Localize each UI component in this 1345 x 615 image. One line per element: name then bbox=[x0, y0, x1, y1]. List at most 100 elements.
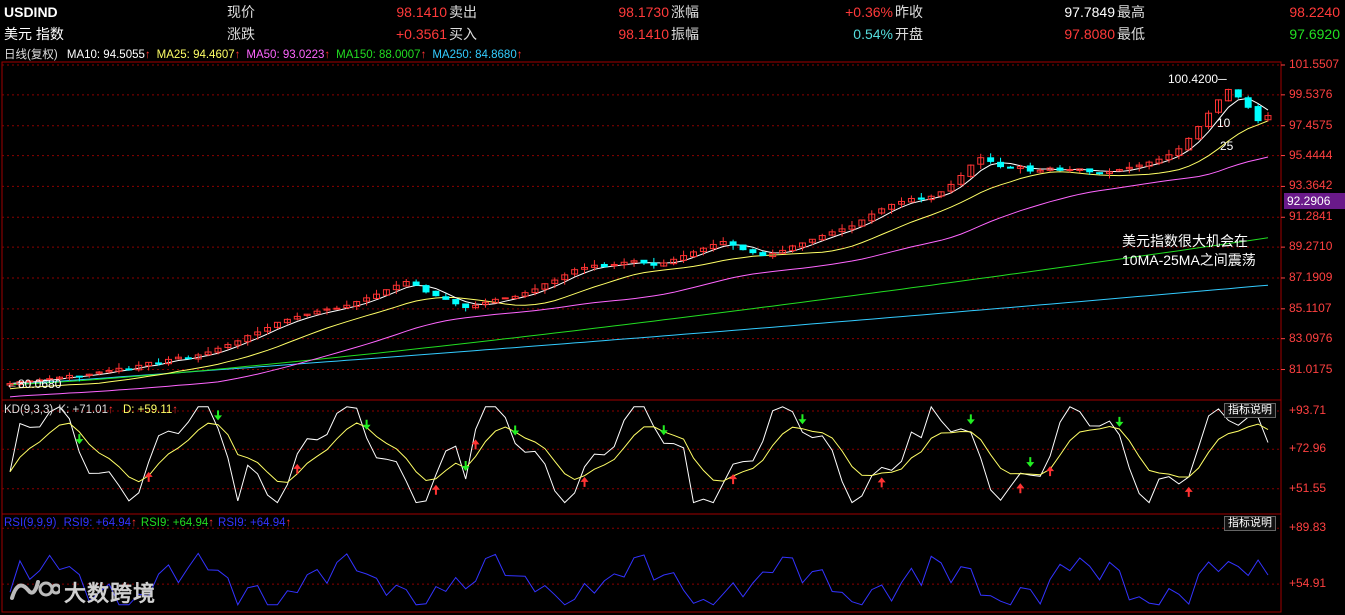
kd-tick-label: +72.96 bbox=[1289, 441, 1327, 456]
sell-signal-icon bbox=[1115, 416, 1124, 427]
rsi-tick-label: +89.83 bbox=[1289, 520, 1327, 535]
buy-signal-icon bbox=[293, 463, 302, 474]
quote-value: 98.1410 bbox=[396, 4, 447, 20]
rsi-label: RSI(9,9,9) bbox=[4, 517, 57, 529]
kd-help-button[interactable]: 指标说明 bbox=[1224, 403, 1276, 418]
price-tick-label: 93.3642 bbox=[1289, 178, 1333, 193]
candle-down bbox=[759, 252, 767, 257]
candle-down bbox=[1244, 97, 1252, 108]
candle-down bbox=[1026, 165, 1034, 172]
logo-icon bbox=[10, 580, 62, 600]
candle-down bbox=[1086, 168, 1094, 173]
kd-label: KD(9,3,3) bbox=[4, 404, 54, 416]
candle-up bbox=[501, 297, 509, 300]
candle-down bbox=[125, 368, 133, 371]
quote-value: 98.1730 bbox=[618, 4, 669, 20]
candle-down bbox=[987, 157, 995, 162]
candle-down bbox=[1096, 172, 1104, 175]
quote-value: 97.6920 bbox=[1289, 26, 1340, 42]
candle-down bbox=[155, 362, 163, 365]
sell-signal-icon bbox=[1026, 457, 1035, 468]
candle-down bbox=[184, 357, 192, 360]
up-arrow-icon: ↑ bbox=[285, 517, 292, 529]
rsi-help-button[interactable]: 指标说明 bbox=[1224, 516, 1276, 531]
rsi-tick-label: +54.91 bbox=[1289, 576, 1327, 591]
low-annotation: ←80.0680 bbox=[6, 377, 62, 391]
ma25-tag: 25 bbox=[1220, 139, 1234, 153]
quote-label: 最低 bbox=[1117, 26, 1145, 42]
buy-signal-icon bbox=[431, 484, 440, 495]
price-tick-label: 91.2841 bbox=[1289, 209, 1333, 224]
price-tick-label: 85.1107 bbox=[1289, 300, 1332, 315]
candle-down bbox=[432, 290, 440, 297]
kd-panel-frame bbox=[1, 399, 1282, 515]
sell-signal-icon bbox=[214, 410, 223, 421]
price-tick-label: 81.0175 bbox=[1289, 361, 1333, 376]
kd-tick-label: +51.55 bbox=[1289, 480, 1327, 495]
chart-window: USDIND 美元 指数 日线(复权) MA10: 94.5055↑ MA25: … bbox=[0, 0, 1345, 615]
quote-value: +0.36% bbox=[845, 4, 893, 20]
quote-label: 开盘 bbox=[895, 26, 923, 42]
buy-signal-icon bbox=[144, 471, 153, 482]
up-arrow-icon: ↑ bbox=[131, 517, 137, 529]
sell-signal-icon bbox=[966, 414, 975, 425]
quote-label: 涨幅 bbox=[671, 4, 699, 20]
rsi-value: RSI9: +64.94 bbox=[218, 517, 286, 529]
candle-down bbox=[1056, 167, 1064, 171]
quote-label: 涨跌 bbox=[227, 26, 255, 42]
quote-value: +0.3561 bbox=[396, 26, 447, 42]
candle-down bbox=[749, 249, 757, 254]
candle-down bbox=[640, 259, 648, 264]
candle-down bbox=[739, 244, 747, 251]
quote-label: 最高 bbox=[1117, 4, 1145, 20]
candle-down bbox=[442, 296, 450, 300]
candle-down bbox=[650, 262, 658, 266]
candle-down bbox=[600, 263, 608, 268]
kd-legend: KD(9,3,3) K: +71.01↑ D: +59.11↑ bbox=[4, 404, 179, 416]
quote-value: 98.2240 bbox=[1289, 4, 1340, 20]
watermark-logo bbox=[8, 574, 62, 604]
quote-value: 0.54% bbox=[853, 26, 893, 42]
quote-label: 买入 bbox=[449, 26, 477, 42]
rsi-line bbox=[9, 552, 1269, 606]
rsi-legend: RSI(9,9,9) RSI9: +64.94↑ RSI9: +64.94↑ RSI… bbox=[4, 517, 291, 529]
candle-down bbox=[452, 299, 460, 305]
rsi-value: RSI9: +64.94 bbox=[63, 517, 132, 529]
buy-signal-icon bbox=[729, 474, 738, 485]
quote-value: 97.8080 bbox=[1064, 26, 1115, 42]
price-tick-label: 97.4575 bbox=[1289, 117, 1333, 132]
candle-down bbox=[1006, 166, 1014, 169]
price-tick-label: 95.4444 bbox=[1289, 147, 1333, 162]
ma10-line bbox=[9, 97, 1269, 385]
candle-down bbox=[917, 197, 925, 200]
quote-value: 98.1410 bbox=[618, 26, 669, 42]
price-tick-label: 99.5376 bbox=[1289, 86, 1333, 101]
buy-signal-icon bbox=[1016, 483, 1025, 494]
price-tick-label: 87.1909 bbox=[1289, 269, 1333, 284]
ma25-line bbox=[9, 120, 1269, 390]
candle-up bbox=[1066, 169, 1074, 172]
ma150-line bbox=[9, 237, 1269, 386]
kd-tick-label: +93.71 bbox=[1289, 403, 1327, 418]
buy-signal-icon bbox=[1184, 486, 1193, 497]
kd-d-value: D: +59.11 bbox=[122, 404, 173, 416]
candle-down bbox=[729, 241, 737, 246]
price-panel-frame bbox=[1, 61, 1282, 401]
quote-label: 昨收 bbox=[895, 4, 923, 20]
candle-down bbox=[1254, 106, 1262, 122]
price-tick-label: 89.2710 bbox=[1289, 239, 1333, 254]
kd-d-line bbox=[9, 422, 1269, 483]
candle-down bbox=[412, 281, 420, 286]
price-tick-label: 83.0976 bbox=[1289, 330, 1333, 345]
candle-down bbox=[75, 375, 83, 378]
sell-signal-icon bbox=[659, 425, 668, 436]
watermark-text: 大数跨境 bbox=[64, 581, 157, 606]
rsi-value: RSI9: +64.94 bbox=[140, 517, 209, 529]
kd-k-value: K: +71.01 bbox=[58, 404, 108, 416]
buy-signal-icon bbox=[1046, 466, 1055, 477]
last-price-tag: 92.2906 bbox=[1284, 193, 1345, 209]
buy-signal-icon bbox=[580, 476, 589, 487]
up-arrow-icon: ↑ bbox=[208, 517, 215, 529]
analysis-note: 美元指数很大机会在 10MA-25MA之间震荡 bbox=[1122, 233, 1256, 268]
candle-down bbox=[462, 303, 470, 308]
